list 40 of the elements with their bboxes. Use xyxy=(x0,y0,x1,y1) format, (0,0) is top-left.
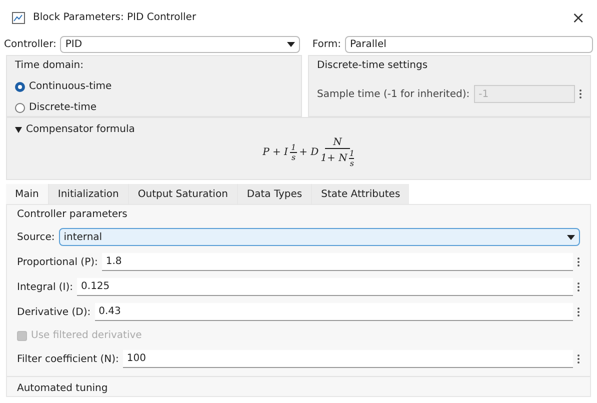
source-dropdown[interactable]: internal xyxy=(58,228,580,246)
more-icon[interactable] xyxy=(577,282,580,292)
parameter-field[interactable]: 0.125 xyxy=(77,278,573,296)
tab[interactable]: Initialization xyxy=(48,184,128,204)
more-icon[interactable] xyxy=(577,257,580,268)
radio-button[interactable] xyxy=(15,102,25,113)
radio-button[interactable] xyxy=(15,82,25,92)
tab[interactable]: Data Types xyxy=(236,184,312,204)
panel-title: Discrete-time settings xyxy=(317,59,429,74)
source-label: Source: xyxy=(17,230,55,245)
form-label: Form: xyxy=(312,38,341,52)
controller-dropdown[interactable]: PID xyxy=(60,36,300,53)
parameter-field[interactable]: 1.8 xyxy=(102,253,573,272)
parameter-label: Derivative (D): xyxy=(17,306,91,320)
tab[interactable]: Output Saturation xyxy=(128,184,237,204)
tab[interactable]: State Attributes xyxy=(311,184,410,204)
sample-time-label: Sample time (-1 for inherited): xyxy=(317,88,470,102)
parameter-label: Filter coefficient (N): xyxy=(17,352,119,367)
controller-label: Controller: xyxy=(4,38,56,52)
radio-label[interactable]: Discrete-time xyxy=(29,100,97,116)
parameter-field[interactable]: 0.43 xyxy=(94,303,573,322)
caret-icon xyxy=(287,42,296,47)
section-title: Controller parameters xyxy=(17,208,128,222)
window-app-icon xyxy=(12,12,25,24)
more-icon[interactable] xyxy=(579,89,582,100)
tab[interactable]: Main xyxy=(6,184,48,204)
expand-toggle-icon[interactable] xyxy=(15,126,22,133)
parameter-label: Integral (I): xyxy=(17,280,74,295)
parameter-field[interactable]: 100 xyxy=(122,350,573,368)
panel-title: Time domain: xyxy=(15,59,84,74)
section-title: Automated tuning xyxy=(17,383,108,394)
window-title: Block Parameters: PID Controller xyxy=(33,11,196,26)
radio-label[interactable]: Continuous-time xyxy=(29,79,112,94)
more-icon[interactable] xyxy=(577,354,580,364)
caret-icon xyxy=(567,234,575,240)
form-field[interactable]: Parallel xyxy=(344,36,593,53)
section-title: Compensator formula xyxy=(26,123,135,138)
more-icon[interactable] xyxy=(577,307,580,318)
close-button[interactable]: × xyxy=(572,10,585,26)
parameter-label: Proportional (P): xyxy=(17,256,98,270)
